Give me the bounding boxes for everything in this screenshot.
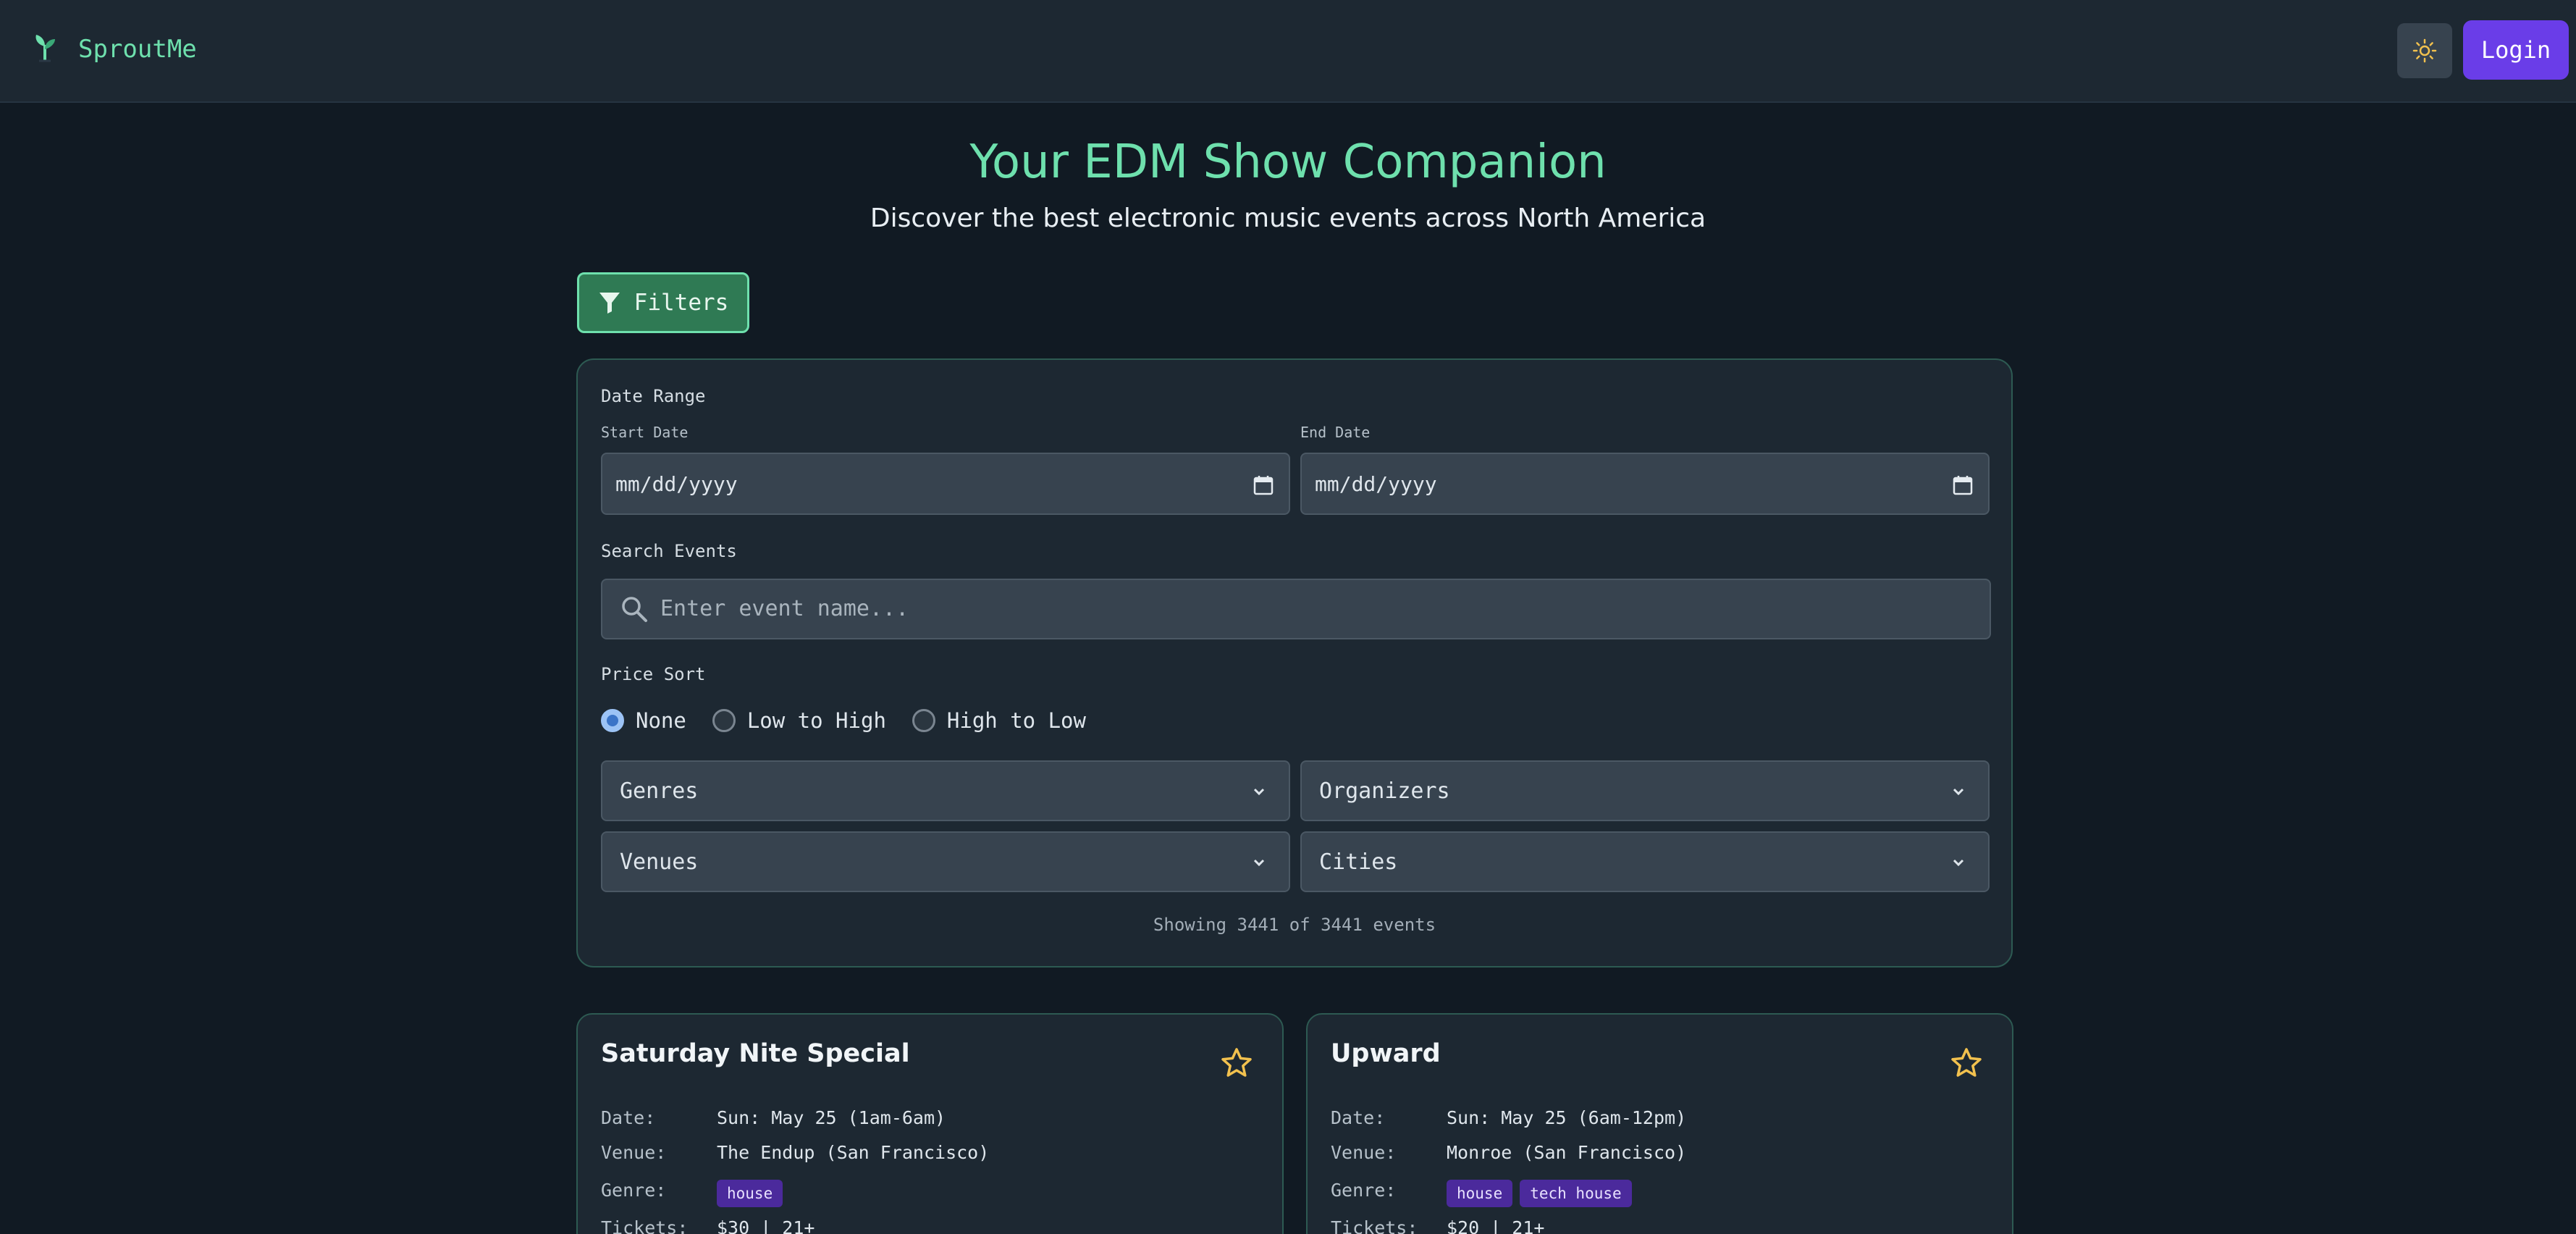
start-date-input[interactable]: mm/dd/yyyy <box>601 453 1290 515</box>
start-date-label: Start Date <box>601 424 689 441</box>
genre-tag[interactable]: house <box>717 1180 783 1207</box>
page-title: Your EDM Show Companion <box>969 135 1607 189</box>
genre-tags: house tech house <box>1447 1180 1632 1207</box>
venues-select-label: Venues <box>620 849 699 875</box>
chevron-down-icon <box>1953 859 1964 867</box>
event-date: Sun: May 25 (6am-12pm) <box>1447 1107 1687 1128</box>
radio-none[interactable] <box>601 709 624 732</box>
end-date-input[interactable]: mm/dd/yyyy <box>1300 453 1990 515</box>
theme-toggle-button[interactable] <box>2397 23 2452 78</box>
event-venue: Monroe (San Francisco) <box>1447 1142 1687 1163</box>
radio-high-to-low[interactable] <box>912 709 935 732</box>
chevron-down-icon <box>1253 788 1265 796</box>
venues-select[interactable]: Venues <box>601 831 1290 892</box>
genres-select[interactable]: Genres <box>601 760 1290 821</box>
search-events-label: Search Events <box>601 541 737 561</box>
event-genre-label: Genre: <box>601 1180 667 1201</box>
organizers-select[interactable]: Organizers <box>1300 760 1990 821</box>
filter-icon <box>599 293 620 314</box>
radio-none-label: None <box>636 708 686 733</box>
event-tickets: $30 | 21+ <box>717 1217 815 1234</box>
genre-tags: house <box>717 1180 783 1207</box>
start-date-value: mm/dd/yyyy <box>615 471 738 496</box>
filters-panel: Date Range Start Date mm/dd/yyyy End Dat… <box>576 358 2013 968</box>
search-input[interactable]: Enter event name... <box>601 579 1991 639</box>
event-date-label: Date: <box>1331 1107 1386 1128</box>
price-sort-radio-group: None Low to High High to Low <box>601 706 1112 735</box>
calendar-icon[interactable] <box>1952 474 1974 496</box>
date-range-label: Date Range <box>601 386 706 406</box>
top-nav-bar: SproutMe Login <box>0 0 2576 103</box>
price-sort-label: Price Sort <box>601 664 706 684</box>
event-title[interactable]: Saturday Nite Special <box>601 1039 910 1068</box>
event-venue-label: Venue: <box>601 1142 667 1163</box>
sun-icon <box>2412 38 2437 63</box>
event-tickets-label: Tickets: <box>601 1217 689 1234</box>
login-button[interactable]: Login <box>2463 20 2569 80</box>
organizers-select-label: Organizers <box>1319 778 1450 804</box>
page-subtitle: Discover the best electronic music event… <box>870 203 1706 233</box>
price-sort-none-option[interactable]: None <box>601 708 686 733</box>
favorite-star-icon[interactable] <box>1950 1046 1983 1080</box>
event-card[interactable]: Upward Date: Sun: May 25 (6am-12pm) Venu… <box>1306 1013 2013 1234</box>
end-date-value: mm/dd/yyyy <box>1315 471 1437 496</box>
chevron-down-icon <box>1253 859 1265 867</box>
genres-select-label: Genres <box>620 778 699 804</box>
event-card[interactable]: Saturday Nite Special Date: Sun: May 25 … <box>576 1013 1284 1234</box>
filters-button-label: Filters <box>634 290 729 316</box>
end-date-label: End Date <box>1300 424 1371 441</box>
price-sort-low-high-option[interactable]: Low to High <box>712 708 886 733</box>
event-tickets-label: Tickets: <box>1331 1217 1418 1234</box>
radio-high-to-low-label: High to Low <box>946 708 1086 733</box>
radio-low-to-high[interactable] <box>712 709 736 732</box>
sprout-logo-icon[interactable] <box>29 32 61 64</box>
price-sort-high-low-option[interactable]: High to Low <box>912 708 1086 733</box>
favorite-star-icon[interactable] <box>1220 1046 1253 1080</box>
genre-tag[interactable]: tech house <box>1520 1180 1632 1207</box>
event-date: Sun: May 25 (1am-6am) <box>717 1107 946 1128</box>
brand-name[interactable]: SproutMe <box>78 32 197 67</box>
search-placeholder: Enter event name... <box>660 596 909 621</box>
calendar-icon[interactable] <box>1253 474 1274 496</box>
results-count: Showing 3441 of 3441 events <box>1153 915 1436 935</box>
radio-low-to-high-label: Low to High <box>746 708 886 733</box>
event-venue: The Endup (San Francisco) <box>717 1142 990 1163</box>
chevron-down-icon <box>1953 788 1964 796</box>
event-title[interactable]: Upward <box>1331 1039 1441 1068</box>
filters-toggle-button[interactable]: Filters <box>577 272 749 333</box>
search-icon <box>622 597 647 622</box>
event-genre-label: Genre: <box>1331 1180 1397 1201</box>
event-venue-label: Venue: <box>1331 1142 1397 1163</box>
event-tickets: $20 | 21+ <box>1447 1217 1545 1234</box>
genre-tag[interactable]: house <box>1447 1180 1513 1207</box>
cities-select-label: Cities <box>1319 849 1398 875</box>
cities-select[interactable]: Cities <box>1300 831 1990 892</box>
event-date-label: Date: <box>601 1107 656 1128</box>
